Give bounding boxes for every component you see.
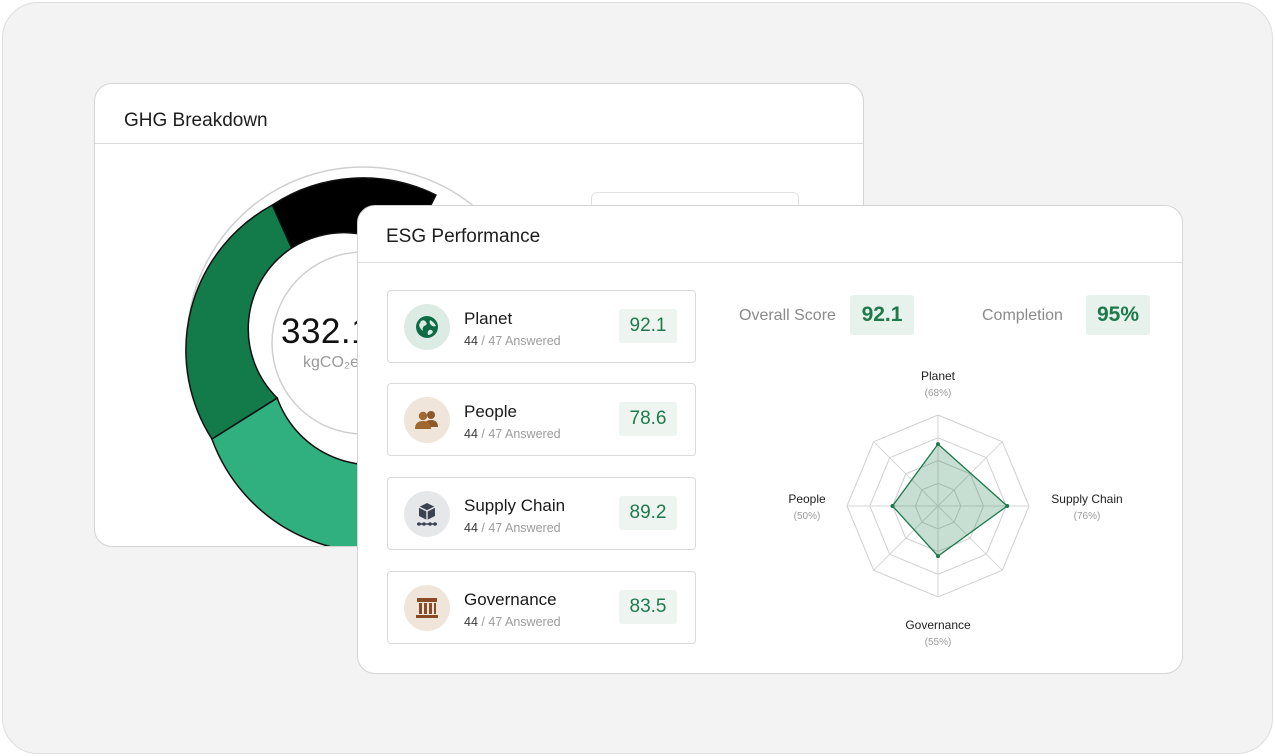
esg-card-title: ESG Performance [358,206,1182,263]
esg-performance-card: ESG Performance Planet 44 / 47 Answered … [357,205,1183,674]
esg-radar-chart: Planet (68%) Supply Chain (76%) Governance (5… [788,369,1122,648]
answered-count: 44 [464,334,478,348]
overall-score-label: Overall Score [739,307,836,324]
radar-data-point [890,504,895,508]
answered-total: / 47 Answered [477,521,561,535]
category-score: 92.1 [619,309,677,343]
answered-count: 44 [464,521,478,535]
answered-count: 44 [464,427,478,441]
overall-score-value: 92.1 [850,295,914,335]
category-answered: 44 / 47 Answered [464,521,561,535]
radar-axis-percent: (76%) [1074,511,1101,522]
category-card-planet[interactable]: Planet 44 / 47 Answered 92.1 [387,290,696,363]
radar-axis-percent: (50%) [794,511,821,522]
people-icon [404,397,450,443]
category-card-people[interactable]: People 44 / 47 Answered 78.6 [387,383,696,456]
radar-axis-percent: (55%) [925,637,952,648]
category-score: 83.5 [619,590,677,624]
radar-data-point [936,442,940,447]
category-score: 78.6 [619,402,677,436]
radar-axis-label: Supply Chain [1051,492,1122,506]
globe-icon [404,304,450,350]
answered-count: 44 [464,615,478,629]
radar-data-point [1005,504,1010,508]
category-answered: 44 / 47 Answered [464,615,561,629]
radar-axis-label: Planet [921,369,956,383]
answered-total: / 47 Answered [477,334,561,348]
category-name: People [464,402,517,421]
category-name: Supply Chain [464,496,566,515]
category-score: 89.2 [619,496,677,530]
category-answered: 44 / 47 Answered [464,427,561,441]
radar-data-point [936,554,940,559]
answered-total: / 47 Answered [477,427,561,441]
package-icon [404,491,450,537]
completion-label: Completion [982,307,1063,324]
completion-value: 95% [1086,295,1150,335]
category-name: Governance [464,590,557,609]
category-card-governance[interactable]: Governance 44 / 47 Answered 83.5 [387,571,696,644]
ghg-total-unit: kgCO₂e [303,354,360,371]
category-name: Planet [464,309,513,328]
category-answered: 44 / 47 Answered [464,334,561,348]
category-card-supply-chain[interactable]: Supply Chain 44 / 47 Answered 89.2 [387,477,696,550]
radar-axis-label: Governance [905,618,971,632]
institution-icon [404,585,450,631]
radar-axis-percent: (68%) [925,388,952,399]
radar-axis-label: People [788,492,826,506]
answered-total: / 47 Answered [477,615,561,629]
